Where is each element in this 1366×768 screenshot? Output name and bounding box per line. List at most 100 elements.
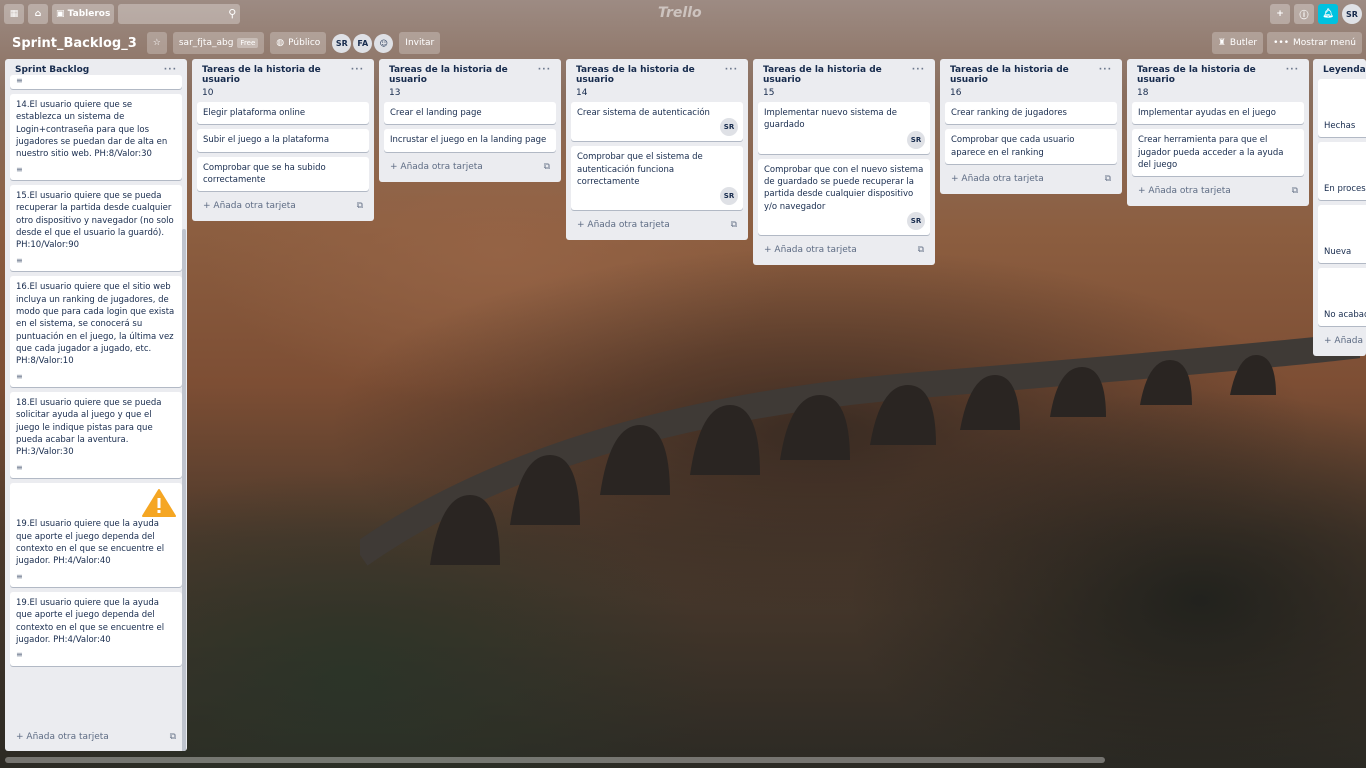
description-icon: ≡ (16, 255, 23, 265)
list-header[interactable]: Tareas de la historia de usuario 13 ··· (384, 59, 556, 102)
list-menu-icon[interactable]: ··· (1286, 65, 1299, 98)
list-card[interactable]: 18.El usuario quiere que se pueda solici… (10, 392, 182, 479)
list-card[interactable]: 19.El usuario quiere que la ayuda que ap… (10, 483, 182, 588)
list-card[interactable]: En proceso (1318, 142, 1366, 200)
notification-bell-icon[interactable]: 🔔︎ (1318, 4, 1338, 24)
card-template-icon[interactable]: ⧉ (1292, 186, 1298, 196)
list-card[interactable]: Nueva (1318, 205, 1366, 263)
list-menu-icon[interactable]: ··· (164, 65, 177, 75)
board-members: SR FA ☺ (332, 33, 394, 53)
invite-button[interactable]: Invitar (399, 32, 441, 54)
plus-icon: + (1324, 336, 1335, 346)
butler-button[interactable]: ♜ Butler (1211, 32, 1264, 54)
description-icon: ≡ (16, 571, 23, 581)
user-avatar[interactable]: SR (1342, 4, 1362, 24)
list-scrollbar[interactable] (182, 229, 186, 751)
member-avatar[interactable]: SR (332, 33, 352, 53)
card-text: Nueva (1324, 246, 1352, 257)
list-card[interactable]: Crear herramienta para que el jugador pu… (1132, 129, 1304, 177)
list-tareas-16: Tareas de la historia de usuario 16 ··· C… (940, 59, 1122, 194)
info-icon[interactable]: ⓘ (1294, 4, 1314, 24)
add-card-button[interactable]: + Añada otra tarjeta ⧉ (197, 196, 369, 216)
list-card[interactable]: 16.El usuario quiere que el sitio web in… (10, 276, 182, 388)
viaduct-image (360, 332, 1360, 566)
card-template-icon[interactable]: ⧉ (918, 245, 924, 255)
add-card-button[interactable]: + Añada (1318, 331, 1366, 351)
list-card[interactable]: Crear ranking de jugadores (945, 102, 1117, 125)
card-text: Subir el juego a la plataforma (203, 135, 330, 146)
list-card[interactable]: Subir el juego a la plataforma (197, 129, 369, 152)
list-tareas-18: Tareas de la historia de usuario 18 ··· I… (1127, 59, 1309, 207)
list-card[interactable]: 15.El usuario quiere que se pueda recupe… (10, 185, 182, 272)
add-card-button[interactable]: + Añada otra tarjeta ⧉ (384, 157, 556, 177)
list-card-partial[interactable]: ≡ (10, 75, 182, 89)
search-input[interactable]: ⚲ (118, 4, 241, 24)
list-number: 16 (950, 88, 962, 98)
plus-icon: + (764, 244, 775, 255)
add-card-label: Añada otra tarjeta (213, 201, 296, 212)
card-text: 15.El usuario quiere que se pueda recupe… (16, 191, 174, 251)
card-template-icon[interactable]: ⧉ (357, 201, 363, 211)
list-number: 13 (389, 88, 401, 98)
card-template-icon[interactable]: ⧉ (1105, 174, 1111, 184)
list-menu-icon[interactable]: ··· (538, 65, 551, 98)
list-title: Leyenda (1323, 65, 1366, 75)
list-card[interactable]: Implementar ayudas en el juego (1132, 102, 1304, 125)
list-header[interactable]: Tareas de la historia de usuario 18 ··· (1132, 59, 1304, 102)
add-card-button[interactable]: + Añada otra tarjeta ⧉ (1132, 181, 1304, 201)
search-icon: ⚲ (228, 7, 237, 20)
create-icon[interactable]: + (1270, 4, 1290, 24)
list-menu-icon[interactable]: ··· (912, 65, 925, 98)
list-header[interactable]: Tareas de la historia de usuario 14 ··· (571, 59, 743, 102)
show-menu-button[interactable]: ••• Mostrar menú (1267, 32, 1362, 54)
visibility-button[interactable]: ◍ Público (270, 32, 327, 54)
add-card-button[interactable]: + Añada otra tarjeta ⧉ (10, 727, 182, 747)
list-card[interactable]: Comprobar que se ha subido correctamente (197, 156, 369, 192)
add-card-button[interactable]: + Añada otra tarjeta ⧉ (571, 215, 743, 235)
list-card[interactable]: Crear el landing page (384, 102, 556, 125)
list-card[interactable]: 14.El usuario quiere que se establezca u… (10, 94, 182, 181)
list-card[interactable]: Crear sistema de autenticación SR (571, 102, 743, 142)
home-icon[interactable]: ⌂ (28, 4, 48, 24)
boards-button[interactable]: ▣ Tableros (52, 4, 115, 24)
list-card[interactable]: Hechas (1318, 79, 1366, 137)
card-template-icon[interactable]: ⧉ (731, 220, 737, 230)
apps-grid-icon[interactable]: ▦ (4, 4, 24, 24)
list-header[interactable]: Tareas de la historia de usuario 16 ··· (945, 59, 1117, 102)
list-card[interactable]: Comprobar que cada usuario aparece en el… (945, 129, 1117, 164)
list-card[interactable]: 19.El usuario quiere que la ayuda que ap… (10, 592, 182, 666)
list-header[interactable]: Tareas de la historia de usuario 15 ··· (758, 59, 930, 102)
list-menu-icon[interactable]: ··· (1099, 65, 1112, 98)
list-header[interactable]: Tareas de la historia de usuario 10 ··· (197, 59, 369, 102)
list-tareas-14: Tareas de la historia de usuario 14 ··· C… (566, 59, 748, 241)
list-menu-icon[interactable]: ··· (351, 65, 364, 98)
list-header[interactable]: Leyenda (1318, 59, 1366, 79)
list-sprint-backlog: Sprint Backlog ··· ≡ 14.El usuario quier… (5, 59, 187, 751)
list-card[interactable]: Elegir plataforma online (197, 102, 369, 125)
plus-icon: + (390, 161, 401, 172)
team-button[interactable]: sar_fjta_abg Free (172, 32, 265, 54)
star-icon[interactable]: ☆ (146, 32, 167, 54)
card-text: Incrustar el juego en la landing page (390, 135, 547, 146)
card-member-avatar[interactable]: SR (907, 130, 925, 149)
list-card[interactable]: Incrustar el juego en la landing page (384, 129, 556, 152)
list-menu-icon[interactable]: ··· (725, 65, 738, 98)
list-card[interactable]: Comprobar que el sistema de autenticació… (571, 146, 743, 211)
list-card[interactable]: No acabadas (1318, 268, 1366, 326)
person-icon[interactable]: ☺ (374, 33, 394, 53)
list-number: 18 (1137, 88, 1149, 98)
add-card-button[interactable]: + Añada otra tarjeta ⧉ (945, 169, 1117, 189)
card-member-avatar[interactable]: SR (720, 118, 738, 137)
list-title: Tareas de la historia de usuario (1137, 65, 1256, 85)
board-horizontal-scrollbar[interactable] (5, 757, 1105, 763)
member-avatar[interactable]: FA (353, 33, 373, 53)
card-member-avatar[interactable]: SR (907, 211, 925, 230)
list-card[interactable]: Comprobar que con el nuevo sistema de gu… (758, 158, 930, 235)
card-member-avatar[interactable]: SR (720, 187, 738, 206)
card-template-icon[interactable]: ⧉ (544, 162, 550, 172)
list-card[interactable]: Implementar nuevo sistema de guardado SR (758, 102, 930, 154)
board-title[interactable]: Sprint_Backlog_3 (8, 36, 141, 51)
trello-logo[interactable]: Trello (658, 5, 702, 21)
card-template-icon[interactable]: ⧉ (170, 732, 176, 742)
add-card-button[interactable]: + Añada otra tarjeta ⧉ (758, 240, 930, 260)
